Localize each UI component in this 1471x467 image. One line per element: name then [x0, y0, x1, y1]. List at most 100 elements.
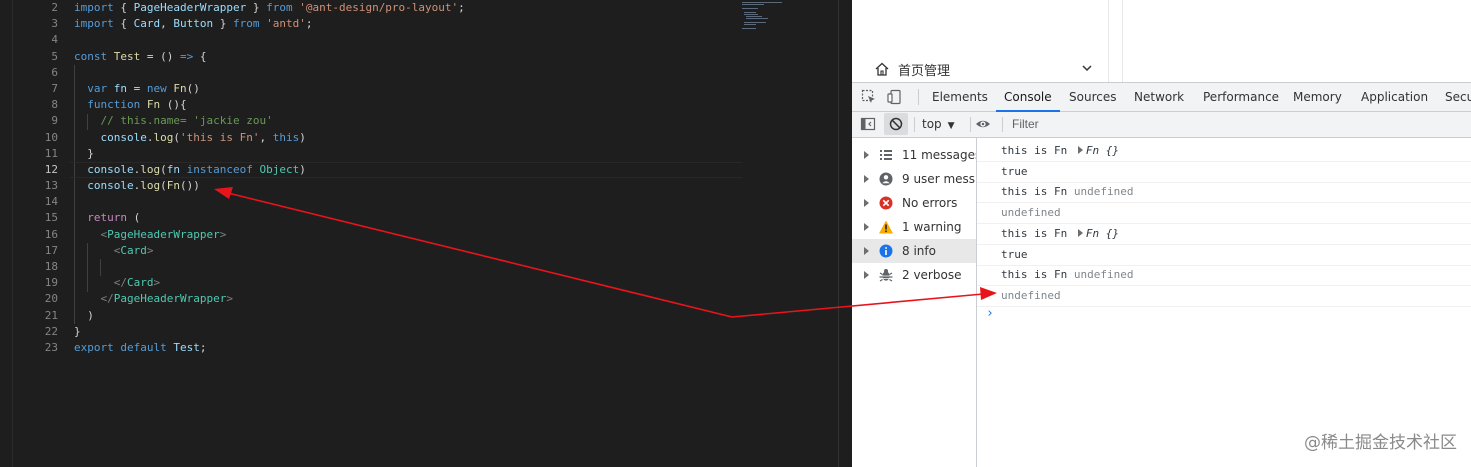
code-token: 'this is Fn' — [179, 130, 260, 144]
menu-item-home-management[interactable]: 首页管理 — [874, 58, 1094, 80]
sidebar-filter-item[interactable]: No errors — [852, 191, 976, 215]
code-line[interactable]: // this.name= 'jackie zou' — [74, 113, 732, 129]
code-line[interactable]: } — [74, 324, 732, 340]
code-line[interactable]: ) — [74, 308, 732, 324]
code-line[interactable]: </PageHeaderWrapper> — [74, 291, 732, 307]
expand-triangle-icon[interactable] — [864, 271, 869, 279]
sidebar-filter-item[interactable]: 8 info — [852, 239, 976, 263]
tab-application[interactable]: Application — [1361, 83, 1428, 111]
code-token: Button — [173, 17, 214, 31]
code-line[interactable]: <PageHeaderWrapper> — [74, 227, 732, 243]
code-line[interactable]: console.log(fn instanceof Object) — [70, 161, 742, 179]
expand-triangle-icon[interactable] — [864, 175, 869, 183]
console-prompt[interactable]: › — [986, 306, 994, 321]
sidebar-filter-item[interactable]: 2 verbose — [852, 263, 976, 287]
console-message[interactable]: undefined — [977, 203, 1471, 224]
device-toolbar-icon[interactable] — [887, 89, 903, 105]
clear-console-button[interactable] — [884, 113, 908, 135]
code-token: instanceof — [186, 162, 253, 176]
code-token: log — [153, 130, 174, 144]
eye-icon[interactable] — [975, 116, 991, 132]
code-token: ( — [127, 211, 141, 225]
message-undefined-value: undefined — [1073, 268, 1134, 281]
tab-network[interactable]: Network — [1134, 83, 1184, 111]
code-token: Card — [133, 17, 161, 31]
line-number: 20 — [44, 292, 58, 306]
code-line[interactable]: return ( — [74, 210, 732, 226]
code-token: ; — [199, 340, 207, 354]
code-token: { — [113, 17, 134, 31]
code-line[interactable] — [74, 65, 732, 81]
message-object-preview[interactable]: Fn {} — [1086, 144, 1119, 157]
code-token: const — [74, 49, 108, 63]
code-line[interactable]: var fn = new Fn() — [74, 81, 732, 97]
tab-secu[interactable]: Secu — [1445, 83, 1471, 111]
sidebar-filter-item[interactable]: 9 user mess… — [852, 167, 976, 191]
sidebar-filter-label: No errors — [902, 196, 958, 210]
inspect-element-icon[interactable] — [861, 89, 877, 105]
console-message[interactable]: this is Fn Fn {} — [977, 141, 1471, 162]
expand-object-triangle-icon[interactable] — [1077, 146, 1083, 154]
line-number: 19 — [44, 276, 58, 290]
filter-input[interactable] — [1008, 115, 1471, 133]
sidebar-filter-label: 1 warning — [902, 220, 962, 234]
expand-object-triangle-icon[interactable] — [1077, 229, 1083, 237]
code-token: = — [127, 81, 147, 95]
console-message[interactable]: this is Fn undefined — [977, 265, 1471, 286]
tab-console[interactable]: Console — [996, 83, 1060, 112]
console-message-text: this is Fn Fn {} — [1001, 224, 1119, 244]
code-line[interactable]: </Card> — [74, 275, 732, 291]
code-token: > — [219, 227, 227, 241]
console-message[interactable]: this is Fn undefined — [977, 182, 1471, 203]
expand-triangle-icon[interactable] — [864, 199, 869, 207]
line-number: 14 — [44, 195, 58, 209]
code-token: { — [193, 49, 207, 63]
console-messages[interactable]: › this is Fn Fn {} true this is Fn undefin… — [977, 138, 1471, 467]
context-selector[interactable]: top ▼ — [922, 115, 955, 133]
code-line[interactable]: export default Test; — [74, 340, 732, 356]
code-line[interactable] — [74, 259, 732, 275]
tab-memory[interactable]: Memory — [1293, 83, 1342, 111]
console-message[interactable]: this is Fn Fn {} — [977, 224, 1471, 245]
console-message[interactable]: true — [977, 162, 1471, 183]
code-token: console — [87, 162, 134, 176]
code-line[interactable]: console.log(Fn()) — [74, 178, 732, 194]
sidebar-filter-label: 8 info — [902, 244, 936, 258]
expand-triangle-icon[interactable] — [864, 247, 869, 255]
expand-triangle-icon[interactable] — [864, 223, 869, 231]
editor-scrollbar-track[interactable] — [838, 0, 839, 467]
info-icon — [879, 244, 893, 258]
code-editor[interactable]: 2 3 4 5 6 7 8 9 10 11 12 13 14 15 16 17 18 19 20 21 22 23 imp… — [0, 0, 852, 467]
devtools-panel: Elements Console Sources Network Performance… — [852, 82, 1471, 467]
code-line[interactable]: const Test = () => { — [74, 49, 732, 65]
tab-sources[interactable]: Sources — [1069, 83, 1116, 111]
tab-performance[interactable]: Performance — [1203, 83, 1279, 111]
console-message[interactable]: true — [977, 245, 1471, 266]
sidebar-toggle-icon[interactable] — [860, 116, 876, 132]
code-line[interactable]: import { Card, Button } from 'antd'; — [74, 16, 732, 32]
code-line[interactable]: } — [74, 146, 732, 162]
code-token: import — [74, 17, 114, 31]
tab-elements[interactable]: Elements — [932, 83, 988, 111]
sidebar-filter-item[interactable]: 1 warning — [852, 215, 976, 239]
code-token: Card — [120, 243, 147, 257]
code-line[interactable] — [74, 32, 732, 48]
code-token: > — [226, 292, 233, 306]
minimap[interactable] — [738, 0, 838, 30]
code-line[interactable]: import { PageHeaderWrapper } from '@ant-… — [74, 0, 732, 16]
expand-triangle-icon[interactable] — [864, 151, 869, 159]
code-line[interactable]: <Card> — [74, 243, 732, 259]
sidebar-filter-item[interactable]: 11 messages — [852, 143, 976, 167]
code-token: Test — [113, 49, 141, 63]
code-line[interactable]: console.log('this is Fn', this) — [74, 130, 732, 146]
console-message[interactable]: undefined — [977, 286, 1471, 307]
code-line[interactable]: function Fn (){ — [74, 97, 732, 113]
code-line[interactable] — [74, 194, 732, 210]
code-area[interactable]: import { PageHeaderWrapper } from '@ant-… — [70, 0, 742, 356]
message-object-preview[interactable]: Fn {} — [1086, 227, 1119, 240]
sidebar-filter-label: 9 user mess… — [902, 172, 976, 186]
